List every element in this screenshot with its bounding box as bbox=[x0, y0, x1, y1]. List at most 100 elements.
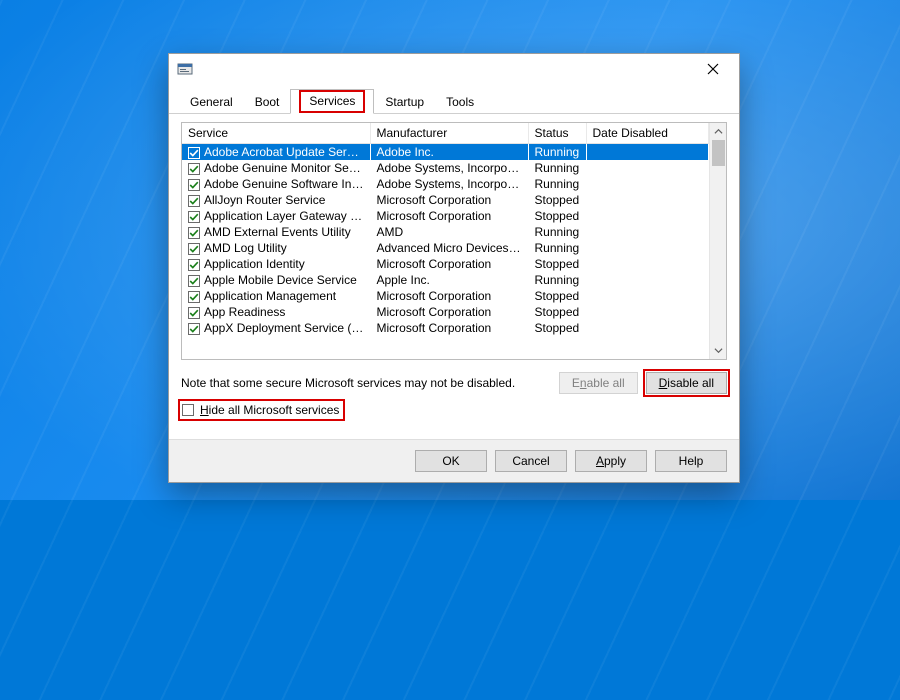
checkbox-icon[interactable] bbox=[188, 323, 200, 335]
apply-button[interactable]: Apply bbox=[575, 450, 647, 472]
scroll-thumb[interactable] bbox=[712, 140, 725, 166]
manufacturer-cell: AMD bbox=[370, 224, 528, 240]
table-row[interactable]: AMD Log Utility Advanced Micro Devices, I… bbox=[182, 240, 709, 256]
manufacturer-cell: Microsoft Corporation bbox=[370, 304, 528, 320]
manufacturer-cell: Apple Inc. bbox=[370, 272, 528, 288]
manufacturer-cell: Microsoft Corporation bbox=[370, 256, 528, 272]
services-panel: Service Manufacturer Status Date Disable… bbox=[169, 114, 739, 439]
status-cell: Running bbox=[528, 240, 586, 256]
manufacturer-cell: Microsoft Corporation bbox=[370, 192, 528, 208]
status-cell: Stopped bbox=[528, 320, 586, 336]
tab-startup[interactable]: Startup bbox=[374, 90, 435, 114]
date-disabled-cell bbox=[586, 288, 709, 304]
status-cell: Stopped bbox=[528, 256, 586, 272]
service-cell: Adobe Genuine Monitor Service bbox=[204, 161, 370, 175]
manufacturer-cell: Adobe Systems, Incorpora... bbox=[370, 176, 528, 192]
services-listview[interactable]: Service Manufacturer Status Date Disable… bbox=[181, 122, 727, 360]
scrollbar[interactable] bbox=[709, 123, 726, 359]
dialog-buttons: OK Cancel Apply Help bbox=[169, 439, 739, 482]
table-row[interactable]: Adobe Acrobat Update ServiceAdobe Inc.Ru… bbox=[182, 144, 709, 161]
table-row[interactable]: Application Management Microsoft Corporat… bbox=[182, 288, 709, 304]
table-row[interactable]: Adobe Genuine Software Integri...Adobe S… bbox=[182, 176, 709, 192]
scroll-down-icon[interactable] bbox=[710, 342, 726, 359]
checkbox-icon[interactable] bbox=[188, 179, 200, 191]
status-cell: Running bbox=[528, 272, 586, 288]
date-disabled-cell bbox=[586, 224, 709, 240]
service-cell: Application Management bbox=[204, 289, 336, 303]
col-service[interactable]: Service bbox=[182, 123, 370, 144]
date-disabled-cell bbox=[586, 144, 709, 161]
manufacturer-cell: Microsoft Corporation bbox=[370, 320, 528, 336]
service-cell: AllJoyn Router Service bbox=[204, 193, 325, 207]
column-headers[interactable]: Service Manufacturer Status Date Disable… bbox=[182, 123, 709, 144]
manufacturer-cell: Adobe Inc. bbox=[370, 144, 528, 161]
hide-microsoft-checkbox[interactable]: Hide all Microsoft services bbox=[181, 402, 342, 418]
manufacturer-cell: Microsoft Corporation bbox=[370, 288, 528, 304]
service-cell: AMD External Events Utility bbox=[204, 225, 351, 239]
service-cell: Apple Mobile Device Service bbox=[204, 273, 357, 287]
checkbox-icon[interactable] bbox=[188, 227, 200, 239]
checkbox-icon[interactable] bbox=[188, 147, 200, 159]
date-disabled-cell bbox=[586, 256, 709, 272]
col-manufacturer[interactable]: Manufacturer bbox=[370, 123, 528, 144]
tab-boot[interactable]: Boot bbox=[244, 90, 291, 114]
help-button[interactable]: Help bbox=[655, 450, 727, 472]
checkbox-icon[interactable] bbox=[188, 259, 200, 271]
table-row[interactable]: App Readiness Microsoft CorporationStoppe… bbox=[182, 304, 709, 320]
hide-microsoft-label: Hide all Microsoft services bbox=[200, 403, 339, 417]
date-disabled-cell bbox=[586, 176, 709, 192]
service-cell: AMD Log Utility bbox=[204, 241, 287, 255]
col-status[interactable]: Status bbox=[528, 123, 586, 144]
status-cell: Running bbox=[528, 144, 586, 161]
status-cell: Stopped bbox=[528, 304, 586, 320]
date-disabled-cell bbox=[586, 272, 709, 288]
checkbox-icon[interactable] bbox=[188, 243, 200, 255]
cancel-button[interactable]: Cancel bbox=[495, 450, 567, 472]
disable-all-button[interactable]: Disable all bbox=[646, 372, 727, 394]
manufacturer-cell: Adobe Systems, Incorpora... bbox=[370, 160, 528, 176]
checkbox-icon[interactable] bbox=[188, 307, 200, 319]
checkbox-icon bbox=[182, 404, 194, 416]
ok-button[interactable]: OK bbox=[415, 450, 487, 472]
status-cell: Stopped bbox=[528, 192, 586, 208]
service-cell: Application Layer Gateway Service bbox=[204, 209, 370, 223]
date-disabled-cell bbox=[586, 320, 709, 336]
date-disabled-cell bbox=[586, 208, 709, 224]
tab-services[interactable]: Services bbox=[290, 89, 374, 114]
service-cell: AppX Deployment Service (AppX... bbox=[204, 321, 370, 335]
manufacturer-cell: Advanced Micro Devices, I... bbox=[370, 240, 528, 256]
service-cell: App Readiness bbox=[204, 305, 285, 319]
status-cell: Stopped bbox=[528, 208, 586, 224]
note-text: Note that some secure Microsoft services… bbox=[181, 376, 559, 390]
checkbox-icon[interactable] bbox=[188, 275, 200, 287]
date-disabled-cell bbox=[586, 240, 709, 256]
table-row[interactable]: Apple Mobile Device Service Apple Inc.Run… bbox=[182, 272, 709, 288]
scroll-up-icon[interactable] bbox=[710, 123, 726, 140]
checkbox-icon[interactable] bbox=[188, 291, 200, 303]
tab-tools[interactable]: Tools bbox=[435, 90, 485, 114]
status-cell: Running bbox=[528, 224, 586, 240]
table-row[interactable]: AppX Deployment Service (AppX...Microsof… bbox=[182, 320, 709, 336]
table-row[interactable]: Application Layer Gateway ServiceMicroso… bbox=[182, 208, 709, 224]
table-row[interactable]: Adobe Genuine Monitor ServiceAdobe Syste… bbox=[182, 160, 709, 176]
service-cell: Adobe Acrobat Update Service bbox=[204, 145, 368, 159]
table-row[interactable]: Application Identity Microsoft Corporatio… bbox=[182, 256, 709, 272]
checkbox-icon[interactable] bbox=[188, 211, 200, 223]
status-cell: Stopped bbox=[528, 288, 586, 304]
status-cell: Running bbox=[528, 160, 586, 176]
col-date-disabled[interactable]: Date Disabled bbox=[586, 123, 709, 144]
checkbox-icon[interactable] bbox=[188, 163, 200, 175]
titlebar bbox=[169, 54, 739, 84]
tab-services-highlight: Services bbox=[299, 90, 365, 113]
checkbox-icon[interactable] bbox=[188, 195, 200, 207]
tab-general[interactable]: General bbox=[179, 90, 244, 114]
enable-all-button: Enable all bbox=[559, 372, 638, 394]
date-disabled-cell bbox=[586, 192, 709, 208]
service-cell: Application Identity bbox=[204, 257, 305, 271]
manufacturer-cell: Microsoft Corporation bbox=[370, 208, 528, 224]
table-row[interactable]: AllJoyn Router Service Microsoft Corporat… bbox=[182, 192, 709, 208]
table-row[interactable]: AMD External Events Utility AMDRunning bbox=[182, 224, 709, 240]
close-button[interactable] bbox=[693, 55, 733, 83]
msconfig-dialog: General Boot Services Startup Tools Serv… bbox=[168, 53, 740, 483]
date-disabled-cell bbox=[586, 304, 709, 320]
